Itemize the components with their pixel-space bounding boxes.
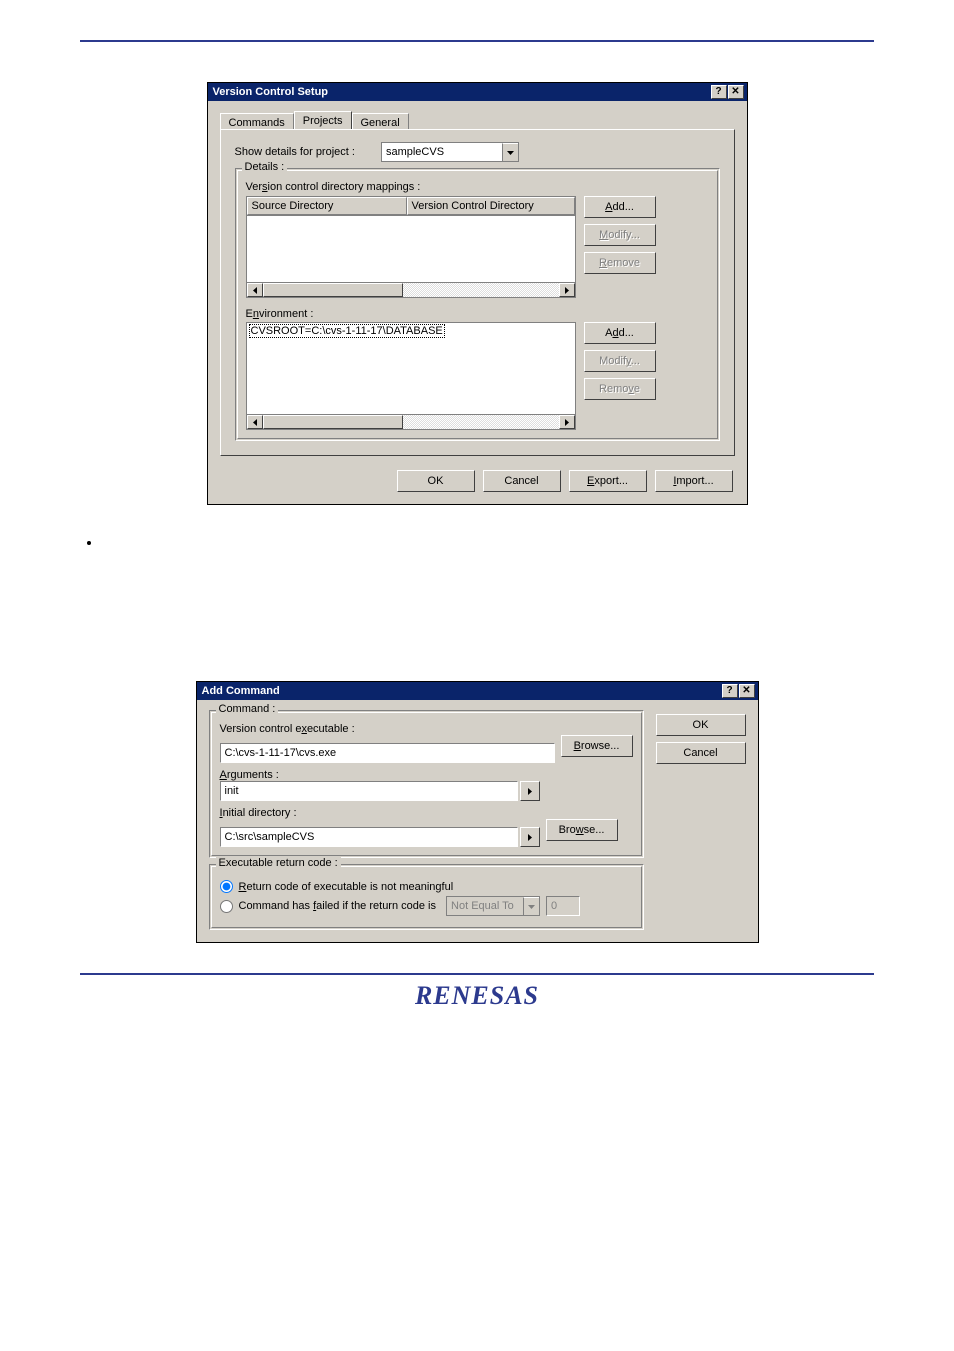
radio-failed[interactable]: Command has failed if the return code is (220, 896, 633, 916)
bullet-item (102, 535, 874, 551)
command-legend: Command : (216, 703, 279, 715)
show-details-label: Show details for project : (235, 146, 355, 158)
help-button[interactable]: ? (722, 684, 738, 698)
h-scrollbar[interactable] (246, 282, 576, 298)
vce-input[interactable] (220, 743, 555, 763)
radio-failed-input[interactable] (220, 900, 233, 913)
arguments-input[interactable] (220, 781, 518, 801)
scroll-left-icon[interactable] (247, 415, 263, 429)
chevron-down-icon[interactable] (502, 143, 518, 161)
renesas-logo: RENESAS (415, 981, 539, 1010)
h-scrollbar-2[interactable] (246, 414, 576, 430)
vce-label: Version control executable : (220, 723, 633, 735)
environment-item[interactable]: CVSROOT=C:\cvs-1-11-17\DATABASE (249, 324, 445, 338)
arguments-label: Arguments : (220, 769, 633, 781)
initdir-input[interactable] (220, 827, 518, 847)
col-vc-directory[interactable]: Version Control Directory (407, 197, 575, 215)
dialog-title: Add Command (202, 685, 280, 697)
dialog-title: Version Control Setup (213, 86, 329, 98)
env-add-button[interactable]: Add... (584, 322, 656, 344)
project-combobox-input[interactable] (382, 143, 502, 161)
return-code-legend: Executable return code : (216, 857, 341, 869)
initdir-menu-icon[interactable] (520, 827, 540, 847)
environment-label: Environment : (246, 308, 709, 320)
scroll-left-icon[interactable] (247, 283, 263, 297)
cancel-button[interactable]: Cancel (483, 470, 561, 492)
close-button[interactable]: ✕ (728, 85, 744, 99)
ok-button[interactable]: OK (656, 714, 746, 736)
command-group: Command : Version control executable : B… (209, 710, 644, 858)
radio-not-meaningful-input[interactable] (220, 880, 233, 893)
compare-combobox-input (447, 897, 523, 915)
mappings-add-button[interactable]: Add... (584, 196, 656, 218)
return-code-input (546, 896, 580, 916)
tab-projects[interactable]: Projects (294, 111, 352, 130)
version-control-setup-dialog: Version Control Setup ? ✕ Commands Proje… (207, 82, 748, 505)
details-legend: Details : (242, 161, 288, 173)
vce-browse-button[interactable]: Browse... (561, 735, 633, 757)
mappings-remove-button[interactable]: Remove (584, 252, 656, 274)
cancel-button[interactable]: Cancel (656, 742, 746, 764)
dialog-titlebar: Add Command ? ✕ (197, 682, 758, 700)
tabs: Commands Projects General (220, 111, 735, 130)
scroll-thumb[interactable] (263, 415, 403, 429)
return-code-group: Executable return code : Return code of … (209, 864, 644, 930)
import-button[interactable]: Import... (655, 470, 733, 492)
add-command-dialog: Add Command ? ✕ Command : Version contro… (196, 681, 759, 943)
scroll-right-icon[interactable] (559, 415, 575, 429)
initdir-browse-button[interactable]: Browse... (546, 819, 618, 841)
details-group: Details : Version control directory mapp… (235, 168, 720, 441)
compare-combobox[interactable] (446, 896, 540, 916)
mappings-list[interactable] (246, 216, 576, 282)
dialog-titlebar: Version Control Setup ? ✕ (208, 83, 747, 101)
initdir-label: Initial directory : (220, 807, 633, 819)
col-source-directory[interactable]: Source Directory (247, 197, 407, 215)
close-button[interactable]: ✕ (739, 684, 755, 698)
env-remove-button[interactable]: Remove (584, 378, 656, 400)
scroll-right-icon[interactable] (559, 283, 575, 297)
radio-not-meaningful[interactable]: Return code of executable is not meaning… (220, 880, 633, 893)
mappings-list-header: Source Directory Version Control Directo… (246, 196, 576, 216)
arguments-menu-icon[interactable] (520, 781, 540, 801)
scroll-thumb[interactable] (263, 283, 403, 297)
project-combobox[interactable] (381, 142, 519, 162)
help-button[interactable]: ? (711, 85, 727, 99)
chevron-down-icon[interactable] (523, 897, 539, 915)
export-button[interactable]: Export... (569, 470, 647, 492)
environment-list[interactable]: CVSROOT=C:\cvs-1-11-17\DATABASE (246, 322, 576, 414)
mappings-modify-button[interactable]: Modify... (584, 224, 656, 246)
ok-button[interactable]: OK (397, 470, 475, 492)
env-modify-button[interactable]: Modify... (584, 350, 656, 372)
mappings-label: Version control directory mappings : (246, 181, 709, 193)
